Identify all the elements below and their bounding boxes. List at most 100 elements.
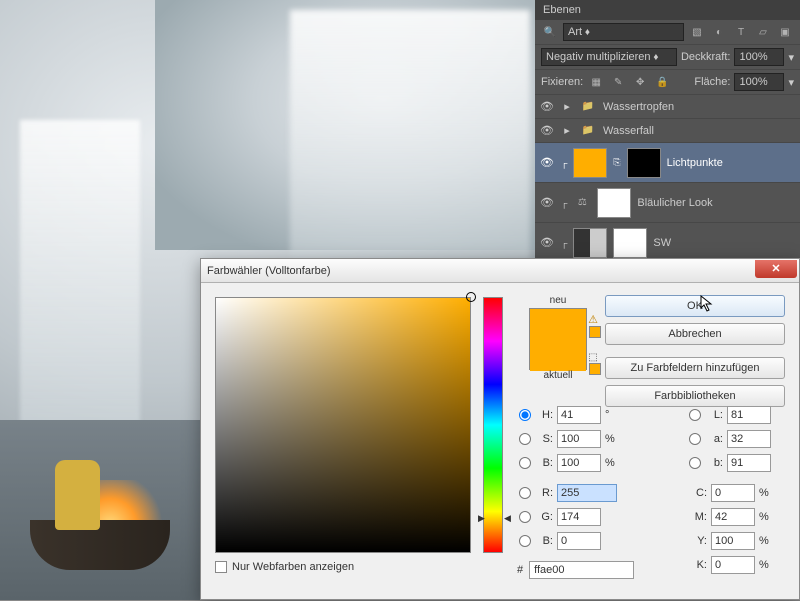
cancel-label: Abbrechen [668,328,721,340]
current-color-swatch[interactable] [530,340,586,371]
l-radio[interactable] [689,409,701,421]
l-input[interactable] [727,406,771,424]
k-unit: % [759,559,773,571]
visibility-icon[interactable]: 👁 [539,100,555,113]
rgb-b-input[interactable] [557,532,601,550]
b-radio[interactable] [519,457,531,469]
rgb-b-radio[interactable] [519,535,531,547]
r-label: R: [535,487,553,499]
opacity-input[interactable]: 100% [734,48,784,66]
b-input[interactable] [557,454,601,472]
layer-expand-icon[interactable]: ▸ [561,100,573,113]
web-colors-checkbox[interactable] [215,561,227,573]
hex-input[interactable] [529,561,634,579]
g-radio[interactable] [519,511,531,523]
s-unit: % [605,433,619,445]
visibility-icon[interactable]: 👁 [539,156,555,169]
websafe-icon[interactable]: ⬚ [588,352,597,363]
hue-marker-left-icon: ▶ [478,513,485,524]
g-input[interactable] [557,508,601,526]
clip-indicator-icon: ┌ [561,158,567,168]
y-unit: % [759,535,773,547]
visibility-icon[interactable]: 👁 [539,124,555,137]
a-radio[interactable] [689,433,701,445]
a-input[interactable] [727,430,771,448]
h-radio[interactable] [519,409,531,421]
filter-shape-icon[interactable]: ▱ [754,24,772,40]
s-label: S: [535,433,553,445]
folder-icon: 📁 [579,123,597,139]
filter-smart-icon[interactable]: ▣ [776,24,794,40]
color-picker-dialog: Farbwähler (Volltonfarbe) ✕ ▶ ◀ neu aktu… [200,258,800,600]
artwork-figure [55,460,100,530]
folder-icon: 📁 [579,99,597,115]
b-label: B: [535,457,553,469]
layer-name: Wassertropfen [603,101,674,113]
layer-mask-thumbnail[interactable] [613,228,647,258]
r-input[interactable] [557,484,617,502]
layer-thumbnail[interactable] [573,148,607,178]
lock-paint-icon[interactable]: ✎ [609,74,627,90]
clip-indicator-icon: ┌ [561,198,567,208]
add-swatch-button[interactable]: Zu Farbfeldern hinzufügen [605,357,785,379]
filter-adjust-icon[interactable]: ◐ [710,24,728,40]
link-icon: ⎘ [613,157,620,168]
layer-row-blaulicher[interactable]: 👁 ┌ ⚖ Bläulicher Look [535,183,800,223]
layers-panel: Ebenen 🔍 Art ♦ ▧ ◐ T ▱ ▣ Negativ multipl… [535,0,800,260]
layer-row-lichtpunkte[interactable]: 👁 ┌ ⎘ Lichtpunkte [535,143,800,183]
k-label: K: [689,559,707,571]
fill-dropdown-icon[interactable]: ▾ [788,76,794,89]
opacity-dropdown-icon[interactable]: ▾ [788,51,794,64]
l-label: L: [705,409,723,421]
lock-label: Fixieren: [541,76,583,88]
filter-type-icon[interactable]: T [732,24,750,40]
lab-b-radio[interactable] [689,457,701,469]
color-field[interactable] [215,297,471,553]
artwork-waterfall-right [290,10,530,260]
websafe-swatch[interactable] [589,363,601,375]
ok-button[interactable]: OK [605,295,785,317]
close-button[interactable]: ✕ [755,260,797,278]
web-colors-label: Nur Webfarben anzeigen [232,561,354,573]
hue-marker-right-icon: ◀ [504,513,511,524]
lock-transparency-icon[interactable]: ▦ [587,74,605,90]
a-label: a: [705,433,723,445]
hex-prefix: # [517,564,523,576]
s-radio[interactable] [519,433,531,445]
layer-mask-thumbnail[interactable] [627,148,661,178]
layer-mask-thumbnail[interactable] [597,188,631,218]
h-input[interactable] [557,406,601,424]
c-input[interactable] [711,484,755,502]
filter-image-icon[interactable]: ▧ [688,24,706,40]
fill-value: 100% [739,76,767,88]
visibility-icon[interactable]: 👁 [539,196,555,209]
m-unit: % [759,511,773,523]
lock-all-icon[interactable]: 🔒 [653,74,671,90]
layers-list: 👁 ▸ 📁 Wassertropfen 👁 ▸ 📁 Wasserfall 👁 ┌… [535,95,800,263]
layer-name: Lichtpunkte [667,157,723,169]
k-input[interactable] [711,556,755,574]
layer-expand-icon[interactable]: ▸ [561,124,573,137]
blend-mode-select[interactable]: Negativ multiplizieren ♦ [541,48,677,66]
b-unit: % [605,457,619,469]
adjustment-thumbnail[interactable] [573,228,607,258]
search-icon: 🔍 [541,24,559,40]
hue-slider[interactable] [483,297,503,553]
s-input[interactable] [557,430,601,448]
cancel-button[interactable]: Abbrechen [605,323,785,345]
r-radio[interactable] [519,487,531,499]
layers-panel-tab[interactable]: Ebenen [535,0,800,20]
y-input[interactable] [711,532,755,550]
gamut-swatch[interactable] [589,326,601,338]
lab-b-input[interactable] [727,454,771,472]
m-input[interactable] [711,508,755,526]
fill-input[interactable]: 100% [734,73,784,91]
visibility-icon[interactable]: 👁 [539,236,555,249]
layer-row-sw[interactable]: 👁 ┌ SW [535,223,800,263]
layer-filter-select[interactable]: Art ♦ [563,23,684,41]
lock-position-icon[interactable]: ✥ [631,74,649,90]
gamut-warning-icon[interactable]: ⚠ [588,314,598,326]
dialog-titlebar[interactable]: Farbwähler (Volltonfarbe) ✕ [201,259,799,283]
layer-row-wassertropfen[interactable]: 👁 ▸ 📁 Wassertropfen [535,95,800,119]
layer-row-wasserfall[interactable]: 👁 ▸ 📁 Wasserfall [535,119,800,143]
